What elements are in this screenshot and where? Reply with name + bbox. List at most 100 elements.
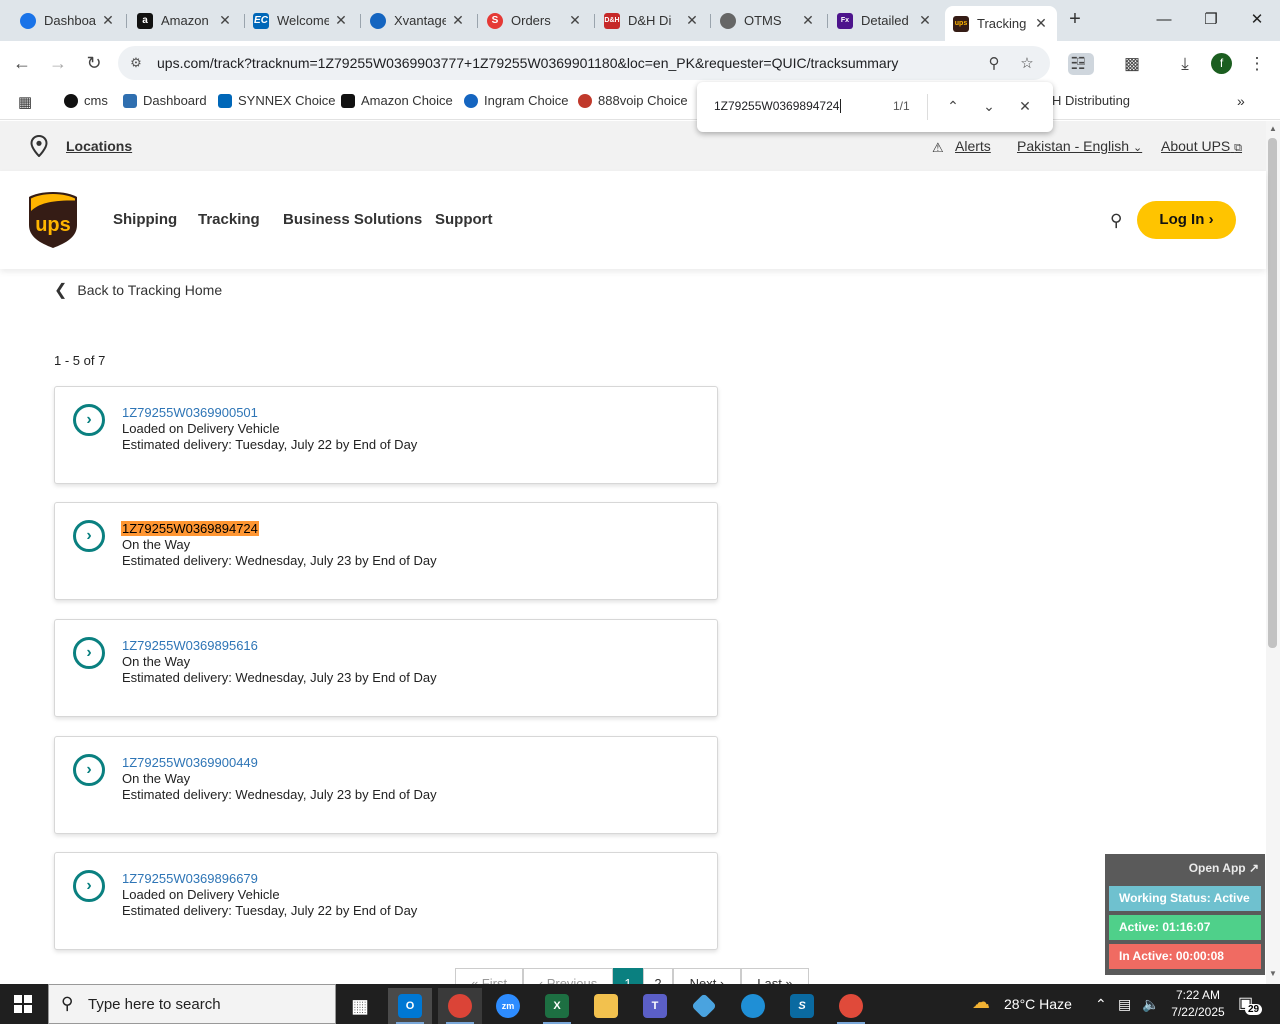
app-diamond-icon[interactable] [682,988,726,1024]
scroll-down-icon[interactable]: ▼ [1268,969,1278,978]
about-ups-link[interactable]: About UPS ⧉ [1161,138,1242,155]
outlook-icon[interactable]: O [388,988,432,1024]
page-scrollbar[interactable]: ▲ ▼ [1266,121,1280,984]
chevron-right-circle-icon[interactable]: › [73,404,105,436]
shipment-card[interactable]: › 1Z79255W0369895616 On the Way Estimate… [54,619,718,717]
extensions-icon[interactable]: ☷ [1067,53,1089,75]
close-tab-icon[interactable]: ✕ [684,12,700,29]
address-bar[interactable]: ⚙ ups.com/track?tracknum=1Z79255W0369903… [118,46,1094,80]
bookmark-ingram[interactable]: Ingram Choice [464,93,569,108]
download-icon[interactable]: ⤓ [1174,53,1196,75]
tracking-number-link[interactable]: 1Z79255W0369895616 [122,638,258,653]
shipment-card[interactable]: › 1Z79255W0369900501 Loaded on Delivery … [54,386,718,484]
tab-tracking[interactable]: ups Tracking ✕ [945,6,1057,41]
close-tab-icon[interactable]: ✕ [100,12,116,29]
zoom-app-icon[interactable]: zm [486,988,530,1024]
scrollbar-thumb[interactable] [1268,138,1277,648]
first-page-button[interactable]: « First [455,968,523,984]
nav-business-solutions[interactable]: Business Solutions [283,211,422,228]
tab-welcome[interactable]: EC Welcome ✕ [245,6,357,35]
profile-avatar[interactable]: f [1211,53,1232,74]
nav-support[interactable]: Support [435,211,493,228]
chrome-profile-icon[interactable] [829,988,873,1024]
shipment-card[interactable]: › 1Z79255W0369894724 On the Way Estimate… [54,502,718,600]
close-tab-icon[interactable]: ✕ [567,12,583,29]
edge-icon[interactable] [731,988,775,1024]
back-icon[interactable]: ← [10,51,34,75]
close-tab-icon[interactable]: ✕ [800,12,816,29]
find-close-icon[interactable]: ✕ [1014,95,1036,117]
apps-grid-icon[interactable]: ▦ [18,93,32,111]
login-button[interactable]: Log In › [1137,201,1236,239]
find-previous-icon[interactable]: ⌃ [942,95,964,117]
shipment-card[interactable]: › 1Z79255W0369896679 Loaded on Delivery … [54,852,718,950]
bookmark-dashboard[interactable]: Dashboard [123,93,207,108]
bookmark-cms[interactable]: cms [64,93,108,108]
previous-page-button[interactable]: ‹ Previous [523,968,613,984]
close-tab-icon[interactable]: ✕ [450,12,466,29]
nav-shipping[interactable]: Shipping [113,211,177,228]
find-input[interactable]: 1Z79255W0369894724 [714,99,842,113]
tab-otms[interactable]: OTMS ✕ [712,6,824,35]
zoom-icon[interactable]: ⚲ [984,54,1004,74]
search-icon[interactable]: ⚲ [1110,211,1122,231]
ups-logo[interactable]: ups [28,191,78,249]
close-tab-icon[interactable]: ✕ [217,12,233,29]
bookmark-888voip[interactable]: 888voip Choice [578,93,688,108]
tracking-number-link[interactable]: 1Z79255W0369896679 [122,871,258,886]
task-view-icon[interactable]: ▦ [338,988,382,1024]
close-tab-icon[interactable]: ✕ [333,12,349,29]
tab-dh[interactable]: D&H D&H Di ✕ [596,6,708,35]
tab-xvantage[interactable]: Xvantage ✕ [362,6,474,35]
nav-tracking[interactable]: Tracking [198,211,260,228]
url-text[interactable]: ups.com/track?tracknum=1Z79255W036990377… [157,55,898,71]
bookmark-synnex[interactable]: SYNNEX Choice [218,93,336,108]
tracking-number-link[interactable]: 1Z79255W0369900501 [122,405,258,420]
new-tab-icon[interactable]: + [1064,8,1086,30]
chevron-right-circle-icon[interactable]: › [73,870,105,902]
tracking-number-link[interactable]: 1Z79255W0369900449 [122,755,258,770]
weather-text[interactable]: 28°C Haze [1004,996,1072,1012]
find-next-icon[interactable]: ⌄ [978,95,1000,117]
taskbar-search[interactable]: ⚲ Type here to search [48,984,336,1024]
last-page-button[interactable]: Last » [741,968,809,984]
language-selector[interactable]: Pakistan - English ⌄ [1017,138,1142,154]
bookmark-amazon[interactable]: Amazon Choice [341,93,453,108]
media-router-icon[interactable]: ▩ [1121,53,1143,75]
back-to-tracking-link[interactable]: ❮ Back to Tracking Home [54,280,222,300]
excel-icon[interactable]: X [535,988,579,1024]
open-app-button[interactable]: Open App ↗ [1189,861,1259,875]
page-button[interactable]: 1 [613,968,643,984]
close-tab-icon[interactable]: ✕ [917,12,933,29]
chrome-icon[interactable] [438,988,482,1024]
close-tab-icon[interactable]: ✕ [1033,15,1049,32]
alerts-link[interactable]: Alerts [955,138,991,154]
chevron-right-circle-icon[interactable]: › [73,754,105,786]
network-icon[interactable]: ▤ [1118,996,1131,1013]
bookmark-distributing[interactable]: H Distributing [1052,93,1130,108]
forward-icon[interactable]: → [46,51,70,75]
site-info-icon[interactable]: ⚙ [128,55,144,71]
file-explorer-icon[interactable] [584,988,628,1024]
restore-icon[interactable]: ❐ [1196,8,1226,32]
more-bookmarks-icon[interactable]: » [1237,93,1245,109]
tray-chevron-icon[interactable]: ⌃ [1095,996,1107,1013]
bookmark-star-icon[interactable]: ☆ [1017,54,1037,74]
app-s-icon[interactable]: S [780,988,824,1024]
scroll-up-icon[interactable]: ▲ [1268,124,1278,133]
chevron-right-circle-icon[interactable]: › [73,520,105,552]
locations-link[interactable]: Locations [66,138,132,154]
close-window-icon[interactable]: ✕ [1242,8,1272,32]
volume-icon[interactable]: 🔈 [1142,996,1159,1013]
page-button[interactable]: 2 [643,968,673,984]
reload-icon[interactable]: ↻ [82,51,106,75]
minimize-icon[interactable]: — [1149,8,1179,32]
tracking-number-link[interactable]: 1Z79255W0369894724 [121,521,259,536]
tab-orders[interactable]: S Orders ✕ [479,6,591,35]
tab-amazon[interactable]: a Amazon ✕ [129,6,241,35]
shipment-card[interactable]: › 1Z79255W0369900449 On the Way Estimate… [54,736,718,834]
windows-start-icon[interactable] [14,995,32,1013]
tab-dashboard[interactable]: Dashboard ✕ [12,6,124,35]
teams-icon[interactable]: T [633,988,677,1024]
menu-icon[interactable]: ⋮ [1246,53,1268,75]
